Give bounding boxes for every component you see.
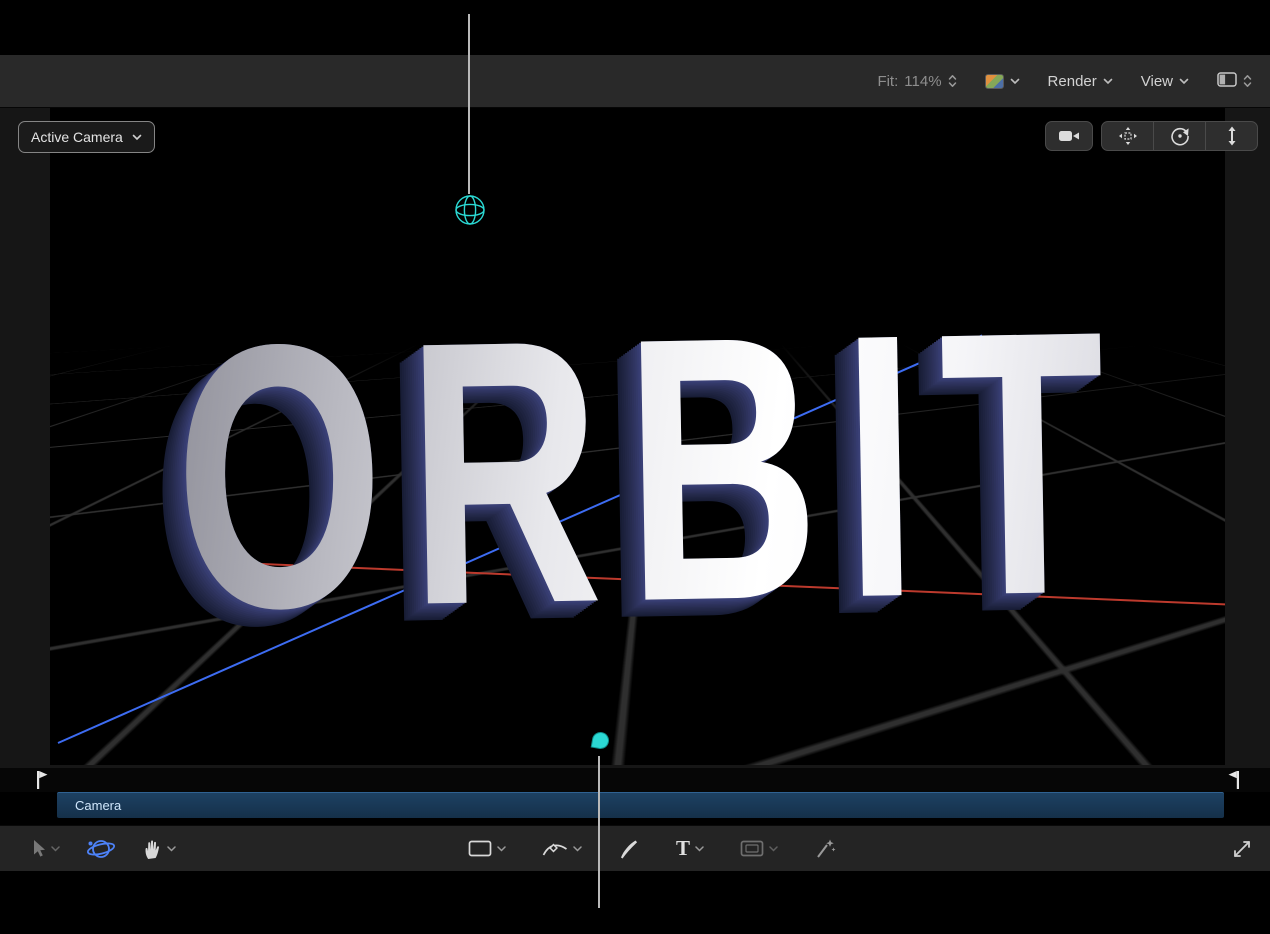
chevron-down-icon: [1179, 78, 1189, 85]
in-marker[interactable]: [36, 770, 49, 795]
mini-timeline: [0, 768, 1270, 792]
fit-label: Fit:: [877, 73, 898, 90]
chevron-down-icon: [573, 846, 582, 852]
text-tool-icon: T: [676, 838, 690, 859]
paint-tool-icon: [618, 838, 640, 860]
bezier-tool[interactable]: [542, 839, 582, 859]
out-marker-icon: [1227, 770, 1240, 790]
pan-view-icon: [1118, 126, 1138, 146]
camera-select-label: Active Camera: [31, 129, 123, 145]
expand-canvas-button[interactable]: [1232, 839, 1252, 859]
display-color-popup[interactable]: [985, 74, 1020, 89]
camera-move-group: [1101, 121, 1258, 151]
camera-view-button[interactable]: [1045, 121, 1093, 151]
bezier-tool-icon: [542, 839, 568, 859]
layout-icon: [1217, 72, 1237, 91]
adjust-tool[interactable]: [814, 838, 836, 860]
display-color-icon: [985, 74, 1004, 89]
chevron-down-icon: [132, 134, 142, 141]
view-controls: [1045, 121, 1258, 151]
adjust-tool-icon: [814, 838, 836, 860]
chevron-down-icon: [1103, 78, 1113, 85]
callout-line-top: [468, 14, 470, 194]
track-label: Camera: [57, 798, 121, 813]
out-marker[interactable]: [1227, 770, 1240, 795]
tool-bar: T: [0, 825, 1270, 871]
camera-target-icon: [452, 192, 488, 228]
expand-icon: [1232, 839, 1252, 859]
camera-view-icon: [1058, 128, 1080, 144]
orbit-view-icon: [1170, 126, 1190, 146]
camera-target-handle[interactable]: [452, 192, 488, 233]
chevron-down-icon: [769, 846, 778, 852]
zoom-level-popup[interactable]: Fit: 114%: [877, 73, 956, 90]
shape-tool-icon: [468, 840, 492, 857]
in-marker-icon: [36, 770, 49, 790]
stepper-icon: [948, 74, 957, 88]
select-tool[interactable]: [30, 839, 60, 859]
chevron-down-icon: [695, 846, 704, 852]
render-menu[interactable]: Render: [1048, 73, 1113, 90]
orbit-view-button[interactable]: [1153, 122, 1205, 150]
shape-tool[interactable]: [468, 840, 506, 857]
timeline-track-camera[interactable]: Camera: [57, 792, 1224, 818]
chevron-down-icon: [497, 846, 506, 852]
text-tool[interactable]: T: [676, 838, 704, 859]
3d-text-layer[interactable]: ORBIT ORBIT: [172, 273, 1132, 665]
mask-tool[interactable]: [740, 840, 778, 857]
bottom-black-strip: [0, 870, 1270, 934]
layout-popup[interactable]: [1217, 72, 1252, 91]
orbit-tool-icon: [86, 837, 116, 861]
chevron-down-icon: [51, 846, 60, 852]
mask-tool-icon: [740, 840, 764, 857]
camera-select-popup[interactable]: Active Camera: [18, 121, 155, 153]
stepper-icon: [1243, 74, 1252, 88]
3d-text-face: ORBIT: [172, 273, 1132, 665]
top-black-strip: [0, 0, 1270, 55]
pan-tool[interactable]: [142, 838, 176, 860]
fit-value: 114%: [904, 73, 941, 90]
canvas-header-toolbar: Fit: 114% Render View: [0, 55, 1270, 108]
orbit-3d-tool[interactable]: [86, 837, 116, 861]
view-menu[interactable]: View: [1141, 73, 1189, 90]
dolly-view-icon: [1225, 126, 1239, 146]
pan-view-button[interactable]: [1102, 122, 1153, 150]
paint-tool[interactable]: [618, 838, 640, 860]
chevron-down-icon: [167, 846, 176, 852]
pan-tool-icon: [142, 838, 162, 860]
viewport: ORBIT ORBIT Active Camera: [0, 108, 1270, 768]
canvas-3d-view[interactable]: ORBIT ORBIT: [50, 108, 1225, 765]
chevron-down-icon: [1010, 78, 1020, 85]
dolly-view-button[interactable]: [1205, 122, 1257, 150]
select-tool-icon: [30, 839, 46, 859]
callout-line-bottom: [598, 756, 600, 908]
view-menu-label: View: [1141, 73, 1173, 90]
render-menu-label: Render: [1048, 73, 1097, 90]
